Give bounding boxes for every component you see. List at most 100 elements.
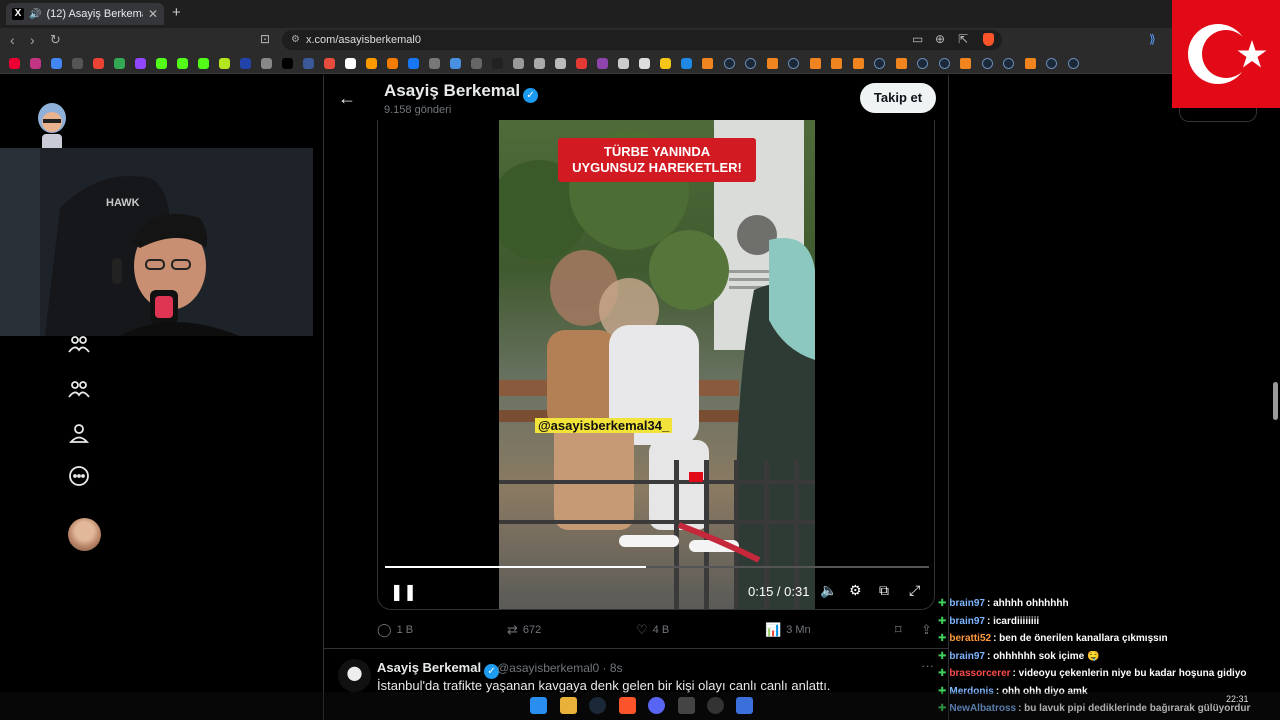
wireless-icon[interactable]: ⟫ bbox=[1149, 32, 1156, 46]
bookmark-favicon-icon[interactable] bbox=[429, 58, 440, 69]
bookmark-favicon-icon[interactable] bbox=[9, 58, 20, 69]
bookmark-favicon-icon[interactable] bbox=[177, 58, 188, 69]
follow-button[interactable]: Takip et bbox=[860, 83, 936, 113]
bookmark-favicon-icon[interactable] bbox=[1067, 58, 1079, 69]
site-info-icon[interactable]: ⚙ bbox=[291, 30, 300, 50]
settings-app-icon[interactable] bbox=[736, 697, 753, 714]
tab-active[interactable]: X 🔊 (12) Asayiş Berkemal (@asay ✕ bbox=[6, 3, 164, 25]
bookmark-favicon-icon[interactable] bbox=[30, 58, 41, 69]
windows-start-icon[interactable] bbox=[530, 697, 547, 714]
bookmark-favicon-icon[interactable] bbox=[408, 58, 419, 69]
bookmark-favicon-icon[interactable] bbox=[723, 58, 735, 69]
brave-browser-icon[interactable] bbox=[619, 697, 636, 714]
communities-nav-icon[interactable] bbox=[66, 332, 92, 358]
bookmark-favicon-icon[interactable] bbox=[702, 58, 713, 69]
bookmark-favicon-icon[interactable] bbox=[981, 58, 993, 69]
video-progress-bar[interactable] bbox=[385, 566, 929, 568]
bookmark-favicon-icon[interactable] bbox=[261, 58, 272, 69]
post-more-icon[interactable]: ··· bbox=[921, 658, 934, 673]
bookmark-favicon-icon[interactable] bbox=[766, 58, 778, 69]
bookmark-favicon-icon[interactable] bbox=[366, 58, 377, 69]
close-tab-icon[interactable]: ✕ bbox=[148, 7, 158, 21]
bookmark-favicon-icon[interactable] bbox=[72, 58, 83, 69]
bookmark-favicon-icon[interactable] bbox=[660, 58, 671, 69]
bookmark-favicon-icon[interactable] bbox=[198, 58, 209, 69]
brave-shield-icon[interactable] bbox=[983, 33, 994, 46]
url-bar[interactable]: ⚙ x.com/asayisberkemal0 bbox=[282, 30, 1002, 50]
share-post-button[interactable]: ⇪ bbox=[921, 622, 932, 638]
bookmark-favicon-icon[interactable] bbox=[576, 58, 587, 69]
bookmark-favicon-icon[interactable] bbox=[51, 58, 62, 69]
bookmark-favicon-icon[interactable] bbox=[282, 58, 293, 69]
back-nav-icon[interactable]: ‹ bbox=[10, 32, 15, 48]
views-button[interactable]: 📊 3 Mn bbox=[765, 622, 811, 638]
cast-icon[interactable]: ▭ bbox=[912, 32, 923, 46]
app-icon[interactable] bbox=[678, 697, 695, 714]
post-author-name[interactable]: Asayiş Berkemal ✓ bbox=[377, 660, 500, 679]
bookmark-favicon-icon[interactable] bbox=[1003, 58, 1014, 69]
pause-icon[interactable]: ❚❚ bbox=[390, 582, 417, 602]
picture-in-picture-icon[interactable]: ⧉ bbox=[879, 582, 889, 599]
bookmark-favicon-icon[interactable] bbox=[156, 58, 167, 69]
zoom-icon[interactable]: ⊕ bbox=[935, 32, 945, 46]
fullscreen-icon[interactable]: ⤢ bbox=[909, 582, 920, 599]
discord-icon[interactable] bbox=[648, 697, 665, 714]
volume-icon[interactable]: 🔈 bbox=[820, 582, 837, 599]
file-explorer-icon[interactable] bbox=[560, 697, 577, 714]
obs-icon[interactable] bbox=[707, 697, 724, 714]
bookmark-favicon-icon[interactable] bbox=[240, 58, 251, 69]
bookmark-favicon-icon[interactable] bbox=[895, 58, 907, 69]
bookmark-favicon-icon[interactable] bbox=[114, 58, 125, 69]
bookmark-favicon-icon[interactable] bbox=[938, 58, 950, 69]
bookmark-favicon-icon[interactable] bbox=[681, 58, 692, 69]
bookmark-favicon-icon[interactable] bbox=[874, 58, 885, 69]
bookmark-favicon-icon[interactable] bbox=[387, 58, 398, 69]
bookmark-favicon-icon[interactable] bbox=[788, 58, 799, 69]
profile-nav-icon[interactable] bbox=[66, 421, 92, 447]
bookmark-favicon-icon[interactable] bbox=[852, 58, 864, 69]
bookmark-favicon-icon[interactable] bbox=[93, 58, 104, 69]
back-arrow-icon[interactable]: ← bbox=[338, 88, 356, 109]
bookmark-favicon-icon[interactable] bbox=[303, 58, 314, 69]
page-scrollbar[interactable] bbox=[1273, 382, 1278, 420]
bookmark-favicon-icon[interactable] bbox=[597, 58, 608, 69]
bookmark-favicon-icon[interactable] bbox=[809, 58, 821, 69]
bookmark-favicon-icon[interactable] bbox=[219, 58, 230, 69]
speaker-icon[interactable]: 🔊 bbox=[29, 9, 41, 20]
like-button[interactable]: ♡ 4 B bbox=[636, 622, 669, 638]
bookmark-favicon-icon[interactable] bbox=[745, 58, 756, 69]
bookmark-favicon-icon[interactable] bbox=[450, 58, 461, 69]
bookmark-favicon-icon[interactable] bbox=[960, 58, 971, 69]
bookmark-favicon-icon[interactable] bbox=[831, 58, 842, 69]
bookmark-favicon-icon[interactable] bbox=[345, 58, 356, 69]
steam-icon[interactable] bbox=[589, 697, 606, 714]
bookmark-favicon-icon[interactable] bbox=[917, 58, 928, 69]
bookmark-favicon-icon[interactable] bbox=[492, 58, 503, 69]
search-box-edge[interactable] bbox=[1179, 108, 1257, 122]
share-icon[interactable]: ⇱ bbox=[958, 32, 968, 46]
account-avatar[interactable] bbox=[68, 518, 101, 551]
bookmark-favicon-icon[interactable] bbox=[513, 58, 524, 69]
gear-icon[interactable]: ⚙ bbox=[849, 582, 862, 599]
repost-button[interactable]: ⇄ 672 bbox=[507, 622, 541, 638]
forward-nav-icon[interactable]: › bbox=[30, 32, 35, 48]
more-nav-icon[interactable] bbox=[66, 464, 92, 490]
bookmark-favicon-icon[interactable] bbox=[1046, 58, 1057, 69]
bookmark-favicon-icon[interactable] bbox=[555, 58, 566, 69]
post-author-avatar[interactable] bbox=[338, 659, 371, 692]
bookmark-page-icon[interactable]: ⊡ bbox=[260, 32, 270, 46]
bookmark-favicon-icon[interactable] bbox=[471, 58, 482, 69]
new-tab-button[interactable]: + bbox=[172, 4, 181, 21]
bookmark-favicon-icon[interactable] bbox=[618, 58, 629, 69]
post-author-handle[interactable]: @asayisberkemal0 · 8s bbox=[497, 661, 623, 675]
bookmark-favicon-icon[interactable] bbox=[324, 58, 335, 69]
premium-org-nav-icon[interactable] bbox=[66, 377, 92, 403]
bookmark-favicon-icon[interactable] bbox=[639, 58, 650, 69]
reload-icon[interactable]: ↻ bbox=[50, 32, 61, 48]
bookmark-favicon-icon[interactable] bbox=[534, 58, 545, 69]
bookmark-favicon-icon[interactable] bbox=[135, 58, 146, 69]
reply-button[interactable]: ◯ 1 B bbox=[377, 622, 413, 638]
bookmark-button[interactable]: ⌑ bbox=[895, 622, 902, 638]
video-player[interactable]: TÜRBE YANINDA UYGUNSUZ HAREKETLER! @asay… bbox=[377, 120, 935, 610]
bookmark-favicon-icon[interactable] bbox=[1024, 58, 1036, 69]
